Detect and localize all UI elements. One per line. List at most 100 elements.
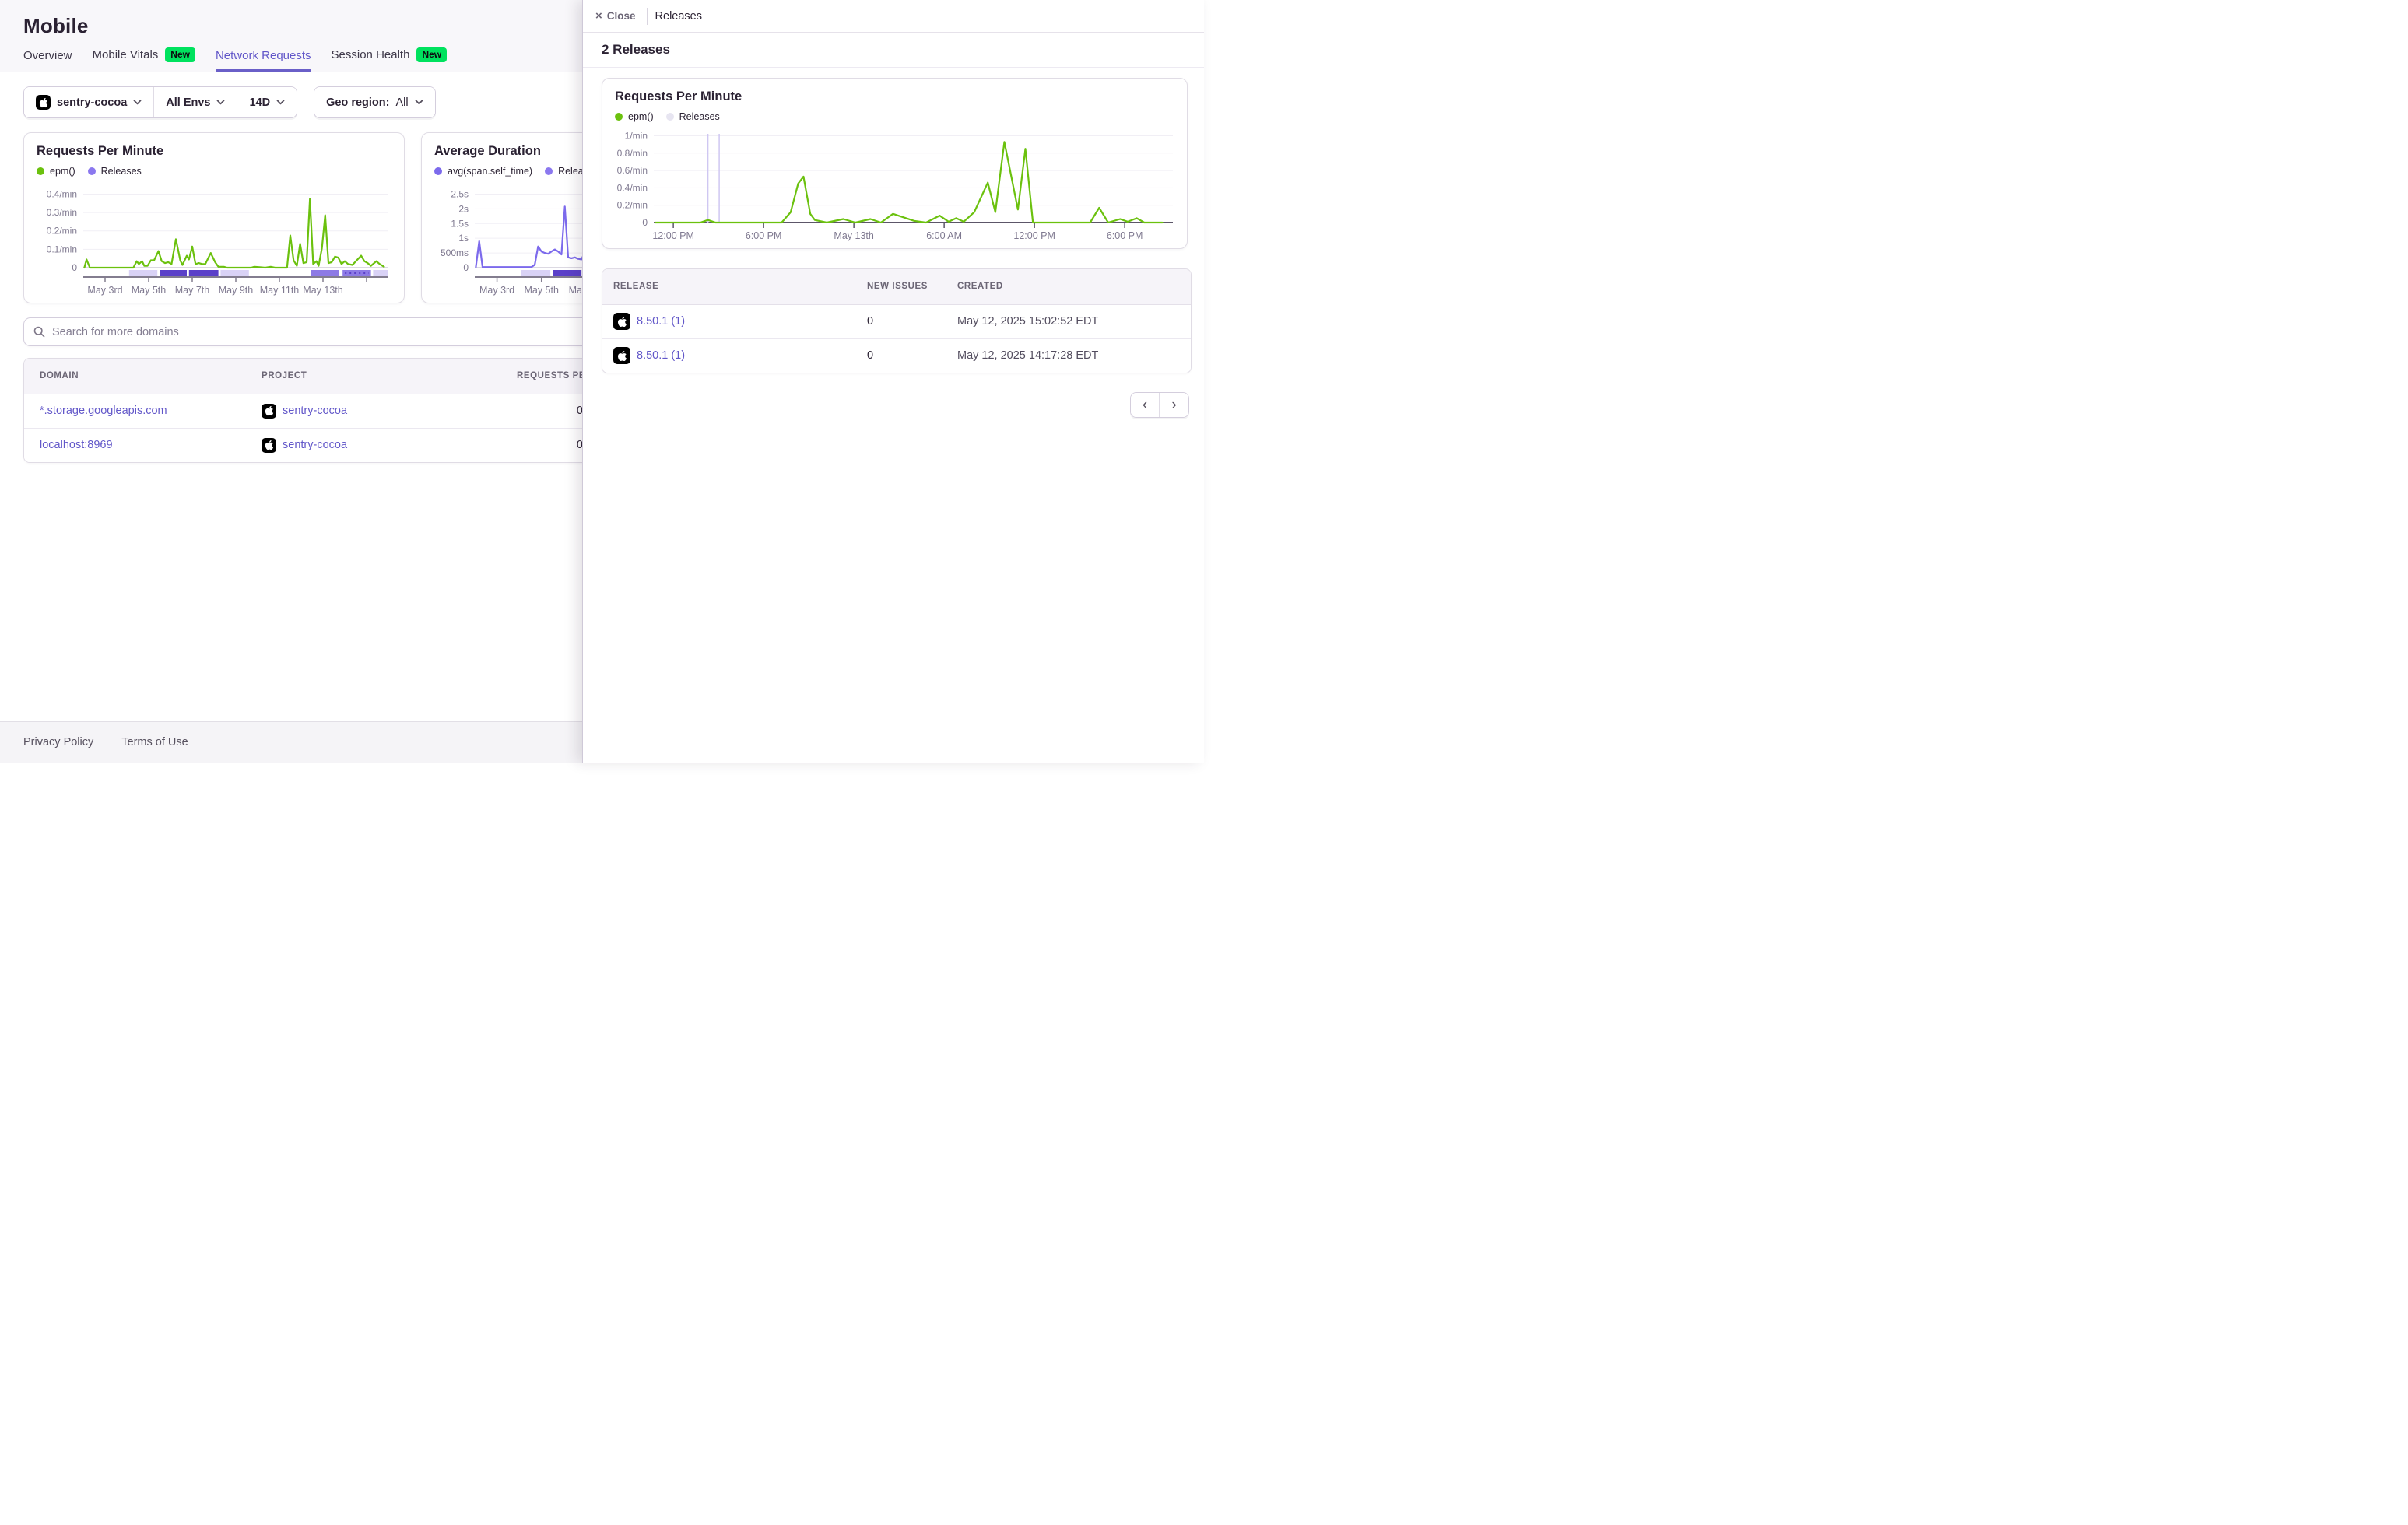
release-row: 8.50.1 (1) 0 May 12, 2025 14:17:28 EDT [602, 338, 1192, 373]
chart-title: Requests Per Minute [615, 89, 1174, 104]
new-issues-value: 0 [858, 304, 950, 338]
date-range-filter-button[interactable]: 14D [237, 87, 297, 117]
terms-of-use-link[interactable]: Terms of Use [121, 736, 188, 748]
close-icon: × [595, 10, 602, 22]
tab-mobile-vitals[interactable]: Mobile Vitals New [93, 47, 195, 72]
svg-text:May 5th: May 5th [132, 285, 167, 296]
project-link[interactable]: sentry-cocoa [283, 405, 347, 417]
svg-text:0.3/min: 0.3/min [47, 207, 77, 218]
releases-table: RELEASE NEW ISSUES CREATED 8.50.1 (1) 0 … [602, 268, 1192, 373]
tab-label: Mobile Vitals [93, 48, 159, 61]
page-title: Mobile [23, 14, 89, 38]
svg-text:May 13th: May 13th [303, 285, 342, 296]
legend-item[interactable]: Releases [88, 166, 142, 177]
privacy-policy-link[interactable]: Privacy Policy [23, 736, 93, 748]
legend-dot-icon [434, 167, 442, 175]
legend-item[interactable]: avg(span.self_time) [434, 166, 532, 177]
pagination: ‹ › [1130, 392, 1189, 418]
apple-icon [36, 95, 51, 110]
filter-bar: sentry-cocoa All Envs 14D Geo region: Al… [23, 86, 436, 118]
svg-text:0: 0 [642, 217, 648, 228]
legend-dot-icon [545, 167, 553, 175]
domains-table: DOMAIN PROJECT REQUESTS PER MINUTE *.sto… [23, 358, 646, 463]
svg-text:1s: 1s [458, 233, 469, 244]
tab-label: Network Requests [216, 49, 311, 62]
svg-text:May 11th: May 11th [260, 285, 300, 296]
svg-text:0.8/min: 0.8/min [617, 148, 648, 159]
project-filter-value: sentry-cocoa [57, 96, 127, 109]
legend-dot-icon [88, 167, 96, 175]
svg-text:1.5s: 1.5s [451, 218, 469, 229]
svg-text:May 9th: May 9th [219, 285, 254, 296]
svg-text:May 3rd: May 3rd [87, 285, 122, 296]
svg-text:0.6/min: 0.6/min [617, 165, 648, 176]
legend-item[interactable]: epm() [615, 111, 654, 122]
svg-text:0.2/min: 0.2/min [47, 226, 77, 237]
search-icon [33, 326, 45, 338]
created-value: May 12, 2025 14:17:28 EDT [950, 338, 1192, 373]
svg-text:2.5s: 2.5s [451, 188, 469, 199]
legend-dot-icon [666, 113, 674, 121]
svg-text:500ms: 500ms [441, 247, 469, 258]
svg-text:May 3rd: May 3rd [479, 285, 514, 296]
domain-search-input[interactable] [52, 326, 636, 338]
apple-icon [262, 438, 276, 453]
svg-text:12:00 PM: 12:00 PM [652, 230, 694, 241]
project-filter-button[interactable]: sentry-cocoa [24, 87, 154, 117]
previous-page-button[interactable]: ‹ [1131, 393, 1160, 417]
releases-count-heading: 2 Releases [583, 33, 1204, 68]
table-row: localhost:8969 sentry-cocoa 0.0 [24, 428, 646, 462]
tab-session-health[interactable]: Session Health New [332, 47, 448, 72]
release-row: 8.50.1 (1) 0 May 12, 2025 15:02:52 EDT [602, 304, 1192, 338]
column-header-project: PROJECT [246, 359, 479, 394]
svg-text:0: 0 [463, 262, 469, 273]
date-range-value: 14D [249, 96, 270, 109]
project-link[interactable]: sentry-cocoa [283, 439, 347, 451]
legend-item[interactable]: Releases [666, 111, 720, 122]
geo-region-filter-button[interactable]: Geo region: All [314, 87, 435, 117]
releases-panel: × Close Releases 2 Releases Requests Per… [582, 0, 1204, 762]
svg-text:2s: 2s [458, 203, 469, 214]
page-filter-group: sentry-cocoa All Envs 14D [23, 86, 297, 118]
chevron-down-icon [133, 100, 142, 105]
chart-title: Requests Per Minute [37, 144, 391, 159]
chevron-down-icon [415, 100, 423, 105]
svg-text:May 7th: May 7th [175, 285, 210, 296]
svg-text:6:00 PM: 6:00 PM [746, 230, 782, 241]
new-badge: New [416, 47, 447, 62]
created-value: May 12, 2025 15:02:52 EDT [950, 304, 1192, 338]
domain-link[interactable]: localhost:8969 [40, 439, 113, 451]
chevron-down-icon [276, 100, 285, 105]
requests-per-minute-card: Requests Per Minute epm()Releases 00.1/m… [23, 132, 405, 303]
legend-dot-icon [615, 113, 623, 121]
release-link[interactable]: 8.50.1 (1) [637, 315, 685, 328]
tab-network-requests[interactable]: Network Requests [216, 49, 311, 72]
environment-filter-button[interactable]: All Envs [154, 87, 237, 117]
svg-text:6:00 AM: 6:00 AM [926, 230, 962, 241]
release-link[interactable]: 8.50.1 (1) [637, 349, 685, 362]
svg-text:0.2/min: 0.2/min [617, 200, 648, 211]
apple-icon [613, 347, 630, 364]
chart-legend: epm() Releases [615, 110, 1174, 124]
tab-label: Session Health [332, 48, 410, 61]
chevron-down-icon [216, 100, 225, 105]
geo-region-label: Geo region: [326, 96, 389, 109]
column-header-release: RELEASE [602, 269, 858, 304]
svg-text:1/min: 1/min [625, 130, 648, 141]
domain-link[interactable]: *.storage.googleapis.com [40, 405, 167, 417]
tab-overview[interactable]: Overview [23, 49, 72, 72]
close-label: Close [607, 10, 636, 22]
close-button[interactable]: × Close [591, 7, 641, 25]
apple-icon [262, 404, 276, 419]
geo-region-value: All [395, 96, 408, 109]
tab-label: Overview [23, 49, 72, 62]
legend-dot-icon [37, 167, 44, 175]
panel-header: × Close Releases [583, 0, 1204, 33]
svg-text:0.4/min: 0.4/min [47, 188, 77, 199]
next-page-button[interactable]: › [1160, 393, 1188, 417]
legend-item[interactable]: epm() [37, 166, 75, 177]
column-header-created: CREATED [950, 269, 1192, 304]
column-header-domain: DOMAIN [24, 359, 246, 394]
divider [647, 8, 648, 25]
svg-text:May 13th: May 13th [834, 230, 873, 241]
